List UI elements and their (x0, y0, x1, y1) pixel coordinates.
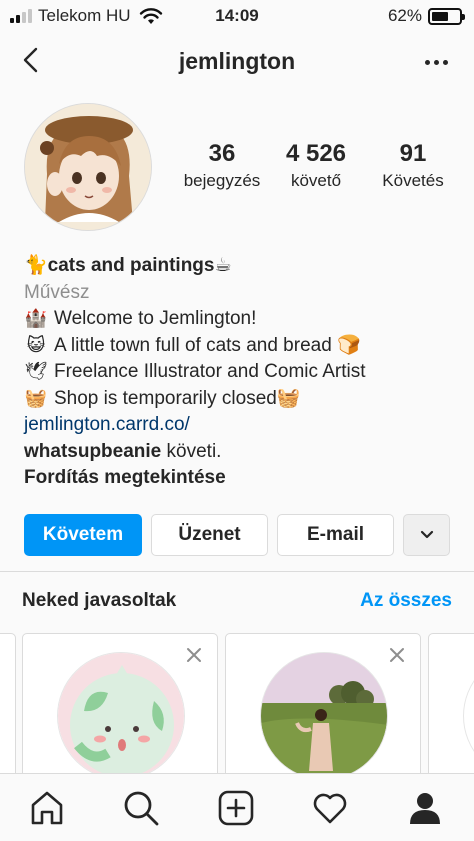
followed-by-user[interactable]: whatsupbeanie (24, 441, 161, 462)
stat-following[interactable]: 91 Követés (358, 140, 468, 191)
suggestions-carousel[interactable] (0, 633, 474, 773)
avatar-illustration (25, 104, 151, 230)
profile-header: jemlington (0, 34, 474, 90)
search-icon[interactable] (121, 788, 161, 828)
bio-line-text: Freelance Illustrator and Comic Artist (54, 361, 366, 382)
stat-followers[interactable]: 4 526 követő (274, 140, 358, 191)
stat-followers-label: követő (290, 171, 342, 190)
battery-fill (432, 11, 449, 21)
suggestion-card[interactable] (225, 633, 421, 773)
stat-followers-count: 4 526 (285, 140, 347, 167)
bio-line-text: Welcome to Jemlington! (54, 308, 257, 329)
suggestion-card[interactable] (22, 633, 218, 773)
home-icon[interactable] (27, 788, 67, 828)
bio-line: 🧺 Shop is temporarily closed🧺 (24, 386, 464, 413)
stat-posts-label: bejegyzés (183, 171, 261, 190)
cat-emoji: 🐈 (24, 254, 48, 276)
profile-stats: 36 bejegyzés 4 526 követő 91 Követés (170, 140, 470, 191)
see-all-link[interactable]: Az összes (360, 590, 452, 612)
heart-icon[interactable] (310, 788, 350, 828)
basket-emoji: 🧺 (24, 387, 48, 409)
profile-category: Művész (24, 281, 90, 303)
suggestions-dropdown-button[interactable] (403, 514, 450, 556)
suggestion-avatar[interactable] (260, 652, 388, 773)
stat-posts-count: 36 (208, 140, 236, 167)
chevron-down-icon (420, 530, 433, 539)
close-icon[interactable] (388, 646, 406, 664)
bio-link[interactable]: jemlington.carrd.co/ (24, 412, 464, 439)
ghost-illustration-avatar (58, 653, 184, 773)
bio-line: 🏰 Welcome to Jemlington! (24, 306, 464, 333)
translate-link[interactable]: Fordítás megtekintése (24, 465, 464, 492)
suggestion-avatar[interactable] (463, 652, 474, 773)
follow-button[interactable]: Követem (24, 514, 142, 556)
profile-name: 🐈cats and paintings☕ (24, 252, 464, 280)
email-button[interactable]: E-mail (277, 514, 394, 556)
coffee-emoji: ☕ (214, 254, 232, 276)
message-button[interactable]: Üzenet (151, 514, 268, 556)
dove-emoji: 🕊 (24, 361, 48, 382)
status-right: 62% (387, 6, 465, 26)
followed-by: whatsupbeanie követi. (24, 439, 464, 466)
suggestion-card[interactable] (428, 633, 474, 773)
suggestion-avatar[interactable] (57, 652, 185, 773)
suggestions-header: Neked javasoltak Az összes (22, 590, 452, 616)
profile-name-text: cats and paintings (47, 255, 215, 276)
header-username: jemlington (178, 48, 296, 74)
suggestions-title: Neked javasoltak (22, 590, 177, 611)
bio-line: 🕊 Freelance Illustrator and Comic Artist (24, 359, 464, 386)
battery-percent: 62% (387, 6, 422, 25)
followed-by-suffix: követi. (161, 440, 222, 462)
avatar[interactable] (24, 103, 152, 231)
bottom-tab-bar (0, 773, 474, 841)
bio-line: 😺 A little town full of cats and bread 🍞 (24, 333, 464, 360)
status-bar: Telekom HU 14:09 62% (0, 0, 474, 32)
castle-emoji: 🏰 (24, 308, 48, 329)
field-photo-avatar (261, 653, 387, 773)
stat-following-label: Követés (382, 171, 444, 190)
bio-line-text: A little town full of cats and bread 🍞 (54, 334, 361, 356)
bio-line-text: Shop is temporarily closed🧺 (54, 387, 301, 409)
profile-icon[interactable] (405, 788, 445, 828)
profile-bio: 🐈cats and paintings☕ Művész 🏰 Welcome to … (24, 252, 464, 492)
stat-following-count: 91 (399, 140, 427, 167)
add-icon[interactable] (216, 788, 256, 828)
close-icon[interactable] (185, 646, 203, 664)
profile-actions: Követem Üzenet E-mail (24, 514, 452, 556)
cat-face-emoji: 😺 (26, 334, 46, 356)
section-divider (0, 571, 474, 572)
stat-posts[interactable]: 36 bejegyzés (170, 140, 274, 191)
suggestion-card[interactable] (0, 633, 16, 773)
battery-icon (428, 7, 465, 25)
more-icon[interactable] (425, 60, 448, 65)
